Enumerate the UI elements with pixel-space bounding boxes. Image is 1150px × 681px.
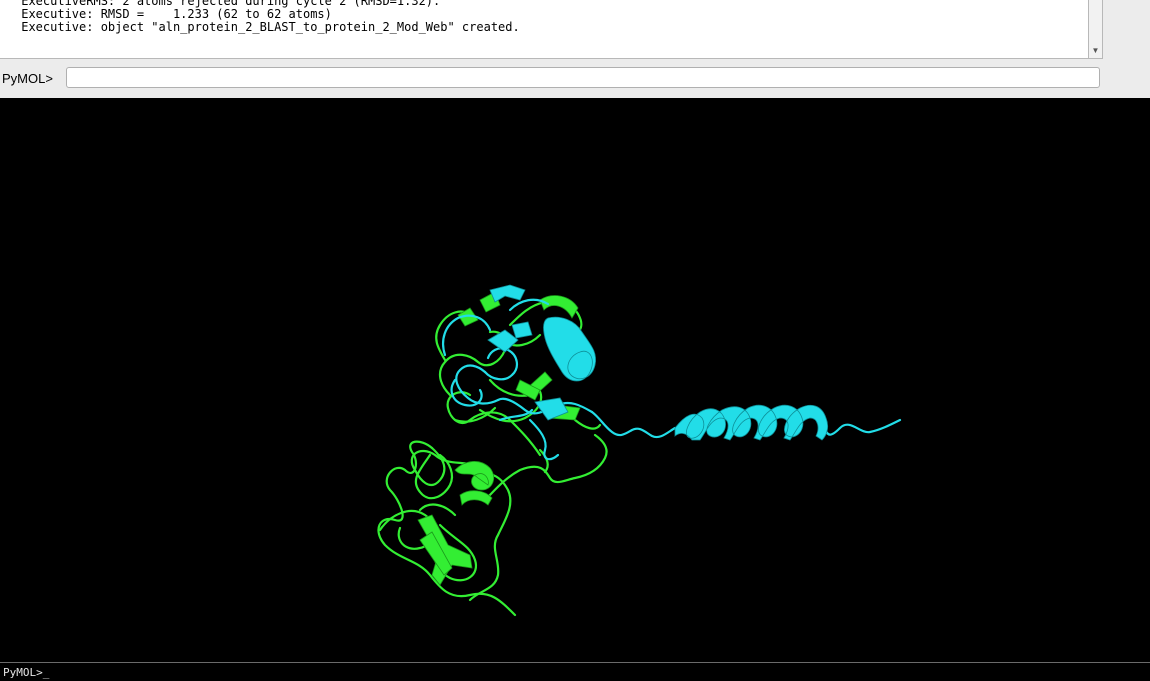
cyan-helix	[487, 284, 829, 441]
command-input[interactable]	[66, 67, 1100, 88]
scroll-down-arrow-icon[interactable]: ▼	[1089, 44, 1102, 58]
external-gui-panel: ExecutiveRMS: 2 atoms rejected during cy…	[0, 0, 1150, 97]
output-log[interactable]: ExecutiveRMS: 2 atoms rejected during cy…	[0, 0, 1089, 59]
internal-command-line[interactable]: PyMOL>_	[0, 663, 1150, 681]
log-scrollbar[interactable]: ▼	[1089, 0, 1103, 59]
3d-viewer[interactable]	[0, 98, 1150, 664]
log-line: Executive: object "aln_protein_2_BLAST_t…	[14, 20, 520, 34]
command-prompt-label: PyMOL>	[2, 71, 53, 86]
internal-prompt: PyMOL>_	[3, 666, 50, 679]
molecule-render	[377, 284, 902, 617]
